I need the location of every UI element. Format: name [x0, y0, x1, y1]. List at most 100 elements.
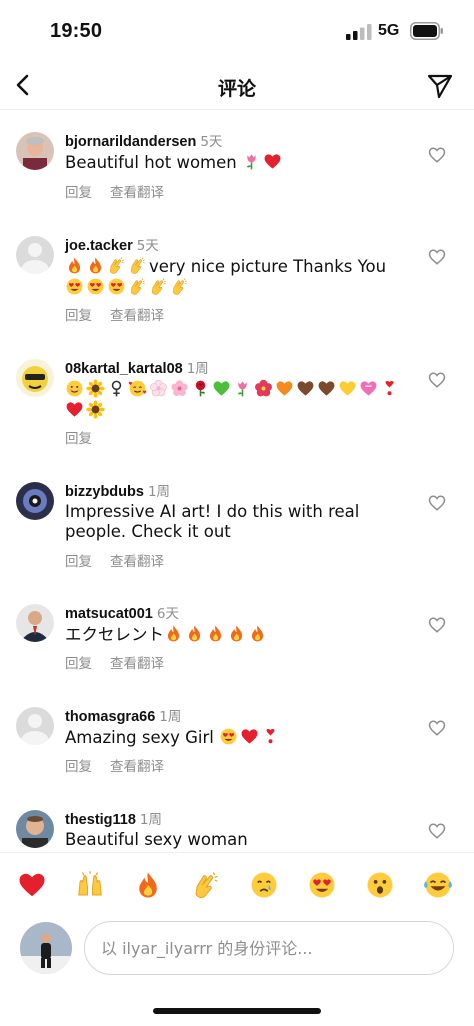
translate-button[interactable]: 查看翻译	[110, 554, 164, 570]
heart-eyes-emoji-icon	[87, 278, 104, 295]
comment-time: 5天	[200, 134, 223, 150]
page-title: 评论	[217, 78, 256, 100]
comment-time: 1周	[147, 484, 171, 500]
red-heart-emoji-icon	[66, 402, 83, 417]
comment-text: エクセレント	[65, 624, 415, 645]
comment-list[interactable]: bjornarildandersen 5天 Beautiful hot women…	[0, 110, 474, 852]
comment-time: 1周	[159, 709, 182, 725]
comment-username[interactable]: thomasgra66	[65, 709, 155, 725]
current-user-avatar	[20, 922, 72, 974]
rose-emoji-icon	[195, 380, 206, 397]
heart-outline-icon[interactable]	[428, 822, 446, 840]
clapping-hands-emoji-icon	[109, 257, 124, 274]
comment-username[interactable]: joe.tacker	[65, 238, 133, 254]
quick-reaction[interactable]	[186, 865, 226, 905]
heart-outline-icon[interactable]	[428, 371, 446, 389]
heart-outline-icon[interactable]	[428, 248, 446, 266]
comment-time: 1周	[139, 812, 163, 828]
heart-outline-icon[interactable]	[428, 146, 446, 164]
brown-heart-emoji-icon	[297, 381, 314, 396]
quick-reaction[interactable]	[244, 865, 284, 905]
reply-button[interactable]: 回复	[65, 308, 92, 324]
comment-input[interactable]	[84, 921, 454, 975]
translate-button[interactable]: 查看翻译	[110, 308, 164, 324]
comment-item: 08kartal_kartal08 1周 回复	[0, 357, 474, 467]
comment-item: thestig118 1周 Beautiful sexy woman	[0, 808, 474, 852]
comment-item: bjornarildandersen 5天 Beautiful hot women…	[0, 130, 474, 230]
fire-emoji-icon	[230, 625, 243, 642]
comment-text: Beautiful sexy woman	[65, 830, 248, 849]
quick-reaction[interactable]	[302, 865, 342, 905]
translate-button[interactable]: 查看翻译	[110, 656, 164, 672]
white-flower-emoji-icon	[150, 379, 167, 397]
quick-reaction-bar	[0, 852, 474, 916]
cherry-blossom-emoji-icon	[171, 380, 188, 397]
heart-outline-icon[interactable]	[428, 719, 446, 737]
quick-reaction[interactable]	[70, 865, 110, 905]
fire-emoji-icon	[139, 872, 157, 898]
fire-emoji-icon	[209, 625, 222, 642]
sunflower-emoji-icon	[86, 400, 105, 419]
heart-eyes-emoji-icon	[220, 728, 237, 745]
brown-heart-emoji-icon	[318, 381, 335, 396]
home-indicator	[153, 1008, 321, 1014]
comment-composer	[0, 916, 474, 986]
quick-reaction[interactable]	[360, 865, 400, 905]
comment-text	[65, 379, 405, 421]
comment-item: bizzybdubs 1周 Impressive AI art! I do thi…	[0, 480, 474, 590]
smiling-face-hearts-emoji-icon	[128, 380, 147, 397]
fire-emoji-icon	[188, 625, 201, 642]
comment-username[interactable]: 08kartal_kartal08	[65, 361, 183, 377]
avatar[interactable]	[16, 236, 54, 274]
tears-of-joy-emoji-icon	[424, 872, 452, 898]
avatar[interactable]	[16, 482, 54, 520]
comment-time: 6天	[156, 606, 179, 622]
cellular-signal-icon	[346, 24, 372, 40]
quick-reaction[interactable]	[418, 865, 458, 905]
avatar[interactable]	[16, 604, 54, 642]
exclamation-heart-emoji-icon	[385, 380, 394, 396]
avatar[interactable]	[16, 707, 54, 745]
reply-button[interactable]: 回复	[65, 554, 92, 570]
heart-outline-icon[interactable]	[428, 494, 446, 512]
heart-outline-icon[interactable]	[428, 616, 446, 634]
avatar[interactable]	[16, 810, 54, 848]
comment-text: Amazing sexy Girl	[65, 727, 415, 748]
avatar[interactable]	[16, 132, 54, 170]
comment-username[interactable]: bjornarildandersen	[65, 134, 196, 150]
translate-button[interactable]: 查看翻译	[110, 759, 164, 775]
hibiscus-emoji-icon	[255, 379, 272, 397]
comment-text: very nice picture Thanks You	[65, 256, 415, 298]
yellow-heart-emoji-icon	[339, 381, 356, 396]
status-time: 19:50	[50, 20, 103, 42]
reply-button[interactable]: 回复	[65, 656, 92, 672]
tulip-emoji-icon	[246, 154, 256, 170]
green-heart-emoji-icon	[213, 381, 230, 396]
comment-username[interactable]: thestig118	[65, 812, 136, 828]
quick-reaction[interactable]	[12, 865, 52, 905]
reply-button[interactable]: 回复	[65, 759, 92, 775]
translate-button[interactable]: 查看翻译	[110, 185, 164, 201]
red-heart-emoji-icon	[19, 873, 45, 897]
comment-item: thomasgra66 1周 Amazing sexy Girl 回复 查看翻译	[0, 705, 474, 795]
share-button[interactable]	[422, 68, 458, 104]
avatar[interactable]	[16, 359, 54, 397]
comment-item: joe.tacker 5天 very nice picture Thanks Yo…	[0, 234, 474, 344]
crying-face-emoji-icon	[251, 872, 277, 898]
raising-hands-emoji-icon	[78, 871, 102, 896]
fire-emoji-icon	[167, 625, 180, 642]
sunflower-emoji-icon	[86, 379, 105, 398]
reply-button[interactable]: 回复	[65, 431, 92, 447]
heart-eyes-emoji-icon	[66, 278, 83, 295]
nav-bar: 评论	[0, 60, 474, 110]
comment-item: matsucat001 6天 エクセレント 回复 查看翻译	[0, 602, 474, 692]
status-bar: 19:50 5G	[0, 0, 474, 60]
comment-username[interactable]: bizzybdubs	[65, 484, 144, 500]
red-heart-emoji-icon	[241, 729, 258, 744]
comment-username[interactable]: matsucat001	[65, 606, 153, 622]
fire-emoji-icon	[251, 625, 264, 642]
orange-heart-emoji-icon	[276, 381, 293, 396]
reply-button[interactable]: 回复	[65, 185, 92, 201]
heart-eyes-emoji-icon	[309, 872, 335, 898]
quick-reaction[interactable]	[128, 865, 168, 905]
